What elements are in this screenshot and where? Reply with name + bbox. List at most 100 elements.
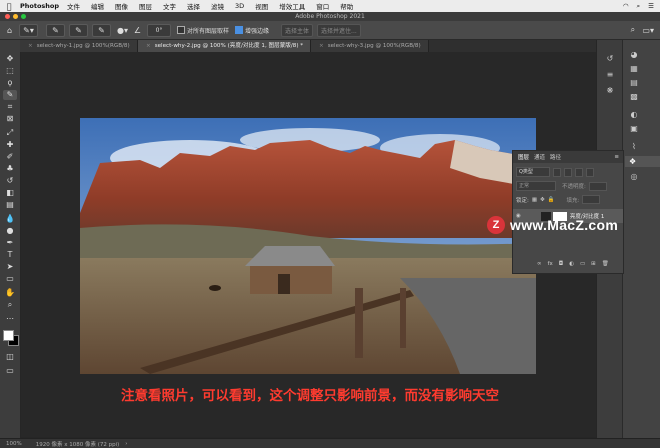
blend-mode-select[interactable]: 正常 — [516, 181, 556, 191]
zoom-level[interactable]: 100% — [6, 441, 22, 447]
apple-icon[interactable]:  — [4, 2, 14, 11]
sample-all-layers-checkbox[interactable] — [177, 26, 185, 34]
pen-tool-icon[interactable]: ✒ — [3, 238, 17, 248]
search-icon[interactable]: ⌕ — [627, 25, 638, 36]
link-layers-icon[interactable]: ∞ — [537, 261, 542, 267]
search-icon[interactable]: ⌕ — [637, 2, 641, 11]
properties-icon[interactable]: ≡ — [603, 70, 617, 79]
filter-shape-icon[interactable] — [586, 167, 594, 177]
new-layer-icon[interactable]: ⊞ — [591, 261, 596, 267]
menu-type[interactable]: 文字 — [163, 1, 176, 11]
lock-pixels-icon[interactable]: ▦ — [532, 197, 537, 203]
menu-3d[interactable]: 3D — [235, 2, 244, 10]
tab-layers[interactable]: 图层 — [518, 153, 529, 161]
menu-image[interactable]: 图像 — [115, 1, 128, 11]
color-icon[interactable]: ◕ — [627, 50, 641, 59]
path-selection-tool-icon[interactable]: ➤ — [3, 262, 17, 272]
select-and-mask-button[interactable]: 选择并遮住... — [317, 23, 361, 37]
subtract-selection-icon[interactable]: ✎ — [92, 23, 111, 37]
wifi-icon[interactable]: ◠ — [623, 2, 629, 11]
dodge-tool-icon[interactable]: ● — [3, 226, 17, 236]
chevron-right-icon[interactable]: › — [125, 441, 127, 447]
menu-window[interactable]: 窗口 — [316, 1, 329, 11]
tab-paths[interactable]: 路径 — [550, 153, 561, 161]
fill-field[interactable] — [582, 195, 601, 204]
lock-position-icon[interactable]: ✥ — [540, 197, 545, 203]
document-info[interactable]: 1920 像素 x 1080 像素 (72 ppi) — [36, 440, 120, 448]
minimize-window-icon[interactable] — [13, 14, 18, 19]
layer-style-icon[interactable]: fx — [548, 261, 553, 267]
lasso-tool-icon[interactable]: ϙ — [3, 78, 17, 88]
zoom-window-icon[interactable] — [21, 14, 26, 19]
tab-channels[interactable]: 通道 — [534, 153, 545, 161]
workspace-icon[interactable]: ▭▾ — [642, 25, 654, 36]
new-group-icon[interactable]: ▭ — [580, 261, 585, 267]
filter-type-icon[interactable] — [575, 167, 583, 177]
new-adjustment-icon[interactable]: ◐ — [569, 261, 574, 267]
menu-plugins[interactable]: 增效工具 — [279, 1, 305, 11]
foreground-color-swatch[interactable] — [3, 330, 14, 341]
enhance-edge-checkbox[interactable] — [235, 26, 244, 34]
gradients-icon[interactable]: ▤ — [627, 78, 641, 87]
clone-stamp-tool-icon[interactable]: ♣ — [3, 164, 17, 174]
layer-filter-select[interactable]: Q类型 — [516, 167, 550, 177]
angle-field[interactable]: 0° — [147, 23, 171, 37]
screen-mode-icon[interactable]: ▭ — [3, 366, 17, 376]
new-selection-icon[interactable]: ✎ — [46, 23, 65, 37]
quick-selection-tool-icon[interactable]: ✎ — [3, 90, 17, 100]
delete-layer-icon[interactable]: 🗑 — [602, 261, 609, 267]
select-subject-button[interactable]: 选择主体 — [281, 23, 314, 37]
swatches-icon[interactable]: ▦ — [627, 64, 641, 73]
close-icon[interactable]: × — [146, 43, 151, 49]
home-icon[interactable]: ⌂ — [4, 25, 15, 36]
close-icon[interactable]: × — [28, 43, 33, 49]
tab-select-why-3[interactable]: × select-why-3.jpg @ 100%(RGB/8) — [311, 40, 429, 52]
healing-brush-tool-icon[interactable]: ✚ — [3, 140, 17, 150]
brush-settings-icon[interactable]: ❋ — [603, 86, 617, 95]
lock-all-icon[interactable]: 🔒 — [548, 197, 555, 203]
menu-layer[interactable]: 图层 — [139, 1, 152, 11]
document-photo[interactable] — [80, 118, 536, 374]
filter-pixel-icon[interactable] — [553, 167, 561, 177]
angle-icon[interactable]: ∠ — [132, 25, 143, 36]
quick-mask-icon[interactable]: ◫ — [3, 352, 17, 362]
libraries-icon[interactable]: ▣ — [627, 124, 641, 133]
hand-tool-icon[interactable]: ✋ — [3, 288, 17, 298]
blur-tool-icon[interactable]: 💧 — [3, 214, 17, 224]
eyedropper-tool-icon[interactable]: ⤢ — [3, 128, 17, 138]
close-icon[interactable]: × — [319, 43, 324, 49]
menu-edit[interactable]: 编辑 — [91, 1, 104, 11]
type-tool-icon[interactable]: T — [3, 250, 17, 260]
menu-help[interactable]: 帮助 — [340, 1, 353, 11]
history-icon[interactable]: ↺ — [603, 54, 617, 63]
move-tool-icon[interactable]: ✥ — [3, 54, 17, 64]
control-center-icon[interactable]: ☰ — [648, 2, 654, 11]
paths-icon[interactable]: ⌇ — [627, 142, 641, 151]
channels-icon[interactable]: ◎ — [627, 172, 641, 181]
eraser-tool-icon[interactable]: ◧ — [3, 188, 17, 198]
add-mask-icon[interactable]: ◘ — [559, 261, 563, 267]
filter-adjustment-icon[interactable] — [564, 167, 572, 177]
tool-preset-picker[interactable]: ✎▾ — [19, 23, 38, 37]
tab-select-why-1[interactable]: × select-why-1.jpg @ 100%(RGB/8) — [20, 40, 138, 52]
opacity-field[interactable] — [588, 181, 607, 191]
menu-file[interactable]: 文件 — [67, 1, 80, 11]
layers-panel-icon[interactable]: ❖ — [625, 156, 660, 167]
patterns-icon[interactable]: ▩ — [627, 92, 641, 101]
crop-tool-icon[interactable]: ⌗ — [3, 102, 17, 112]
menu-filter[interactable]: 滤镜 — [211, 1, 224, 11]
add-to-selection-icon[interactable]: ✎ — [69, 23, 88, 37]
brush-size-icon[interactable]: ●▾ — [117, 25, 128, 36]
close-window-icon[interactable] — [5, 14, 10, 19]
menu-app-photoshop[interactable]: Photoshop — [20, 2, 59, 10]
more-tools-icon[interactable]: ⋯ — [3, 314, 17, 324]
panel-menu-icon[interactable]: ≡ — [614, 154, 619, 160]
tab-select-why-2[interactable]: × select-why-2.jpg @ 100% (亮度/对比度 1, 图层蒙版… — [138, 40, 311, 52]
history-brush-tool-icon[interactable]: ↺ — [3, 176, 17, 186]
menu-select[interactable]: 选择 — [187, 1, 200, 11]
zoom-tool-icon[interactable]: ⌕ — [3, 300, 17, 310]
rectangle-tool-icon[interactable]: ▭ — [3, 274, 17, 284]
adjustments-icon[interactable]: ◐ — [627, 110, 641, 119]
marquee-tool-icon[interactable]: ⬚ — [3, 66, 17, 76]
brush-tool-icon[interactable]: ✐ — [3, 152, 17, 162]
